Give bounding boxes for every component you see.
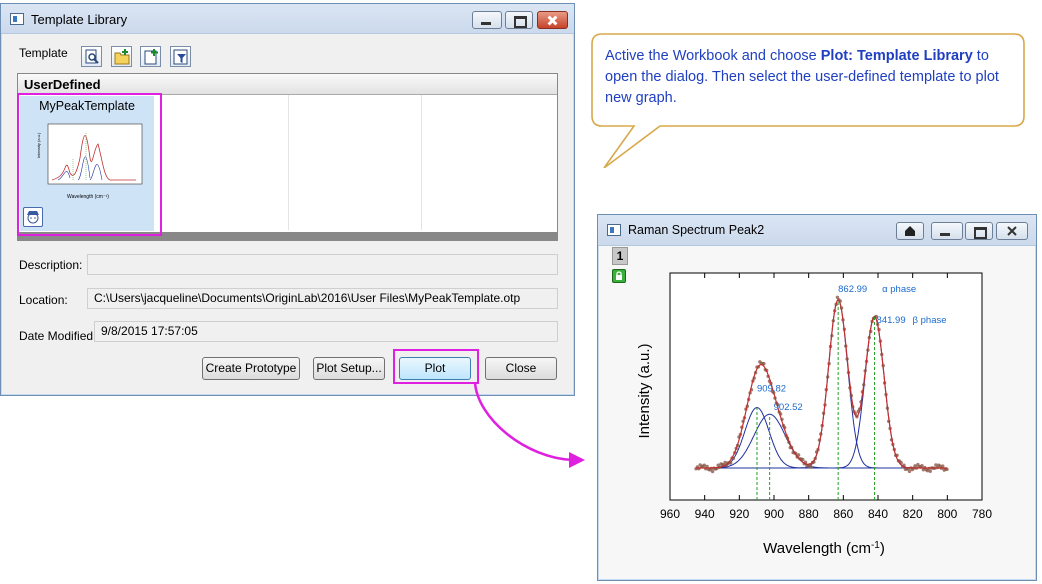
- data-point: [941, 464, 945, 468]
- graph-close-button[interactable]: [996, 222, 1028, 240]
- data-point: [809, 465, 813, 469]
- graph-icon: [607, 224, 621, 236]
- location-field: C:\Users\jacqueline\Documents\OriginLab\…: [87, 288, 558, 309]
- template-highlight-box: [17, 93, 162, 236]
- data-point: [710, 469, 715, 474]
- graph-minimize-button[interactable]: [931, 222, 963, 240]
- gallery-header: UserDefined: [18, 74, 557, 95]
- close-button[interactable]: Close: [485, 357, 557, 380]
- y-axis-label: Intensity (a.u.): [636, 343, 653, 438]
- raman-chart: 960 940 920 900 880 860 840 820 800 780 909.82 902.…: [636, 272, 992, 558]
- gallery-col-divider: [288, 95, 289, 230]
- home-button[interactable]: [896, 222, 924, 240]
- location-label: Location:: [19, 293, 68, 307]
- x-axis-label: Wavelength (cm-1): [763, 540, 885, 558]
- preview-icon[interactable]: [81, 46, 102, 67]
- x-tick-label: 900: [764, 507, 784, 521]
- x-tick-label: 860: [833, 507, 853, 521]
- maximize-button[interactable]: [505, 11, 533, 29]
- x-tick-label: 800: [937, 507, 957, 521]
- dialog-title: Template Library: [31, 12, 128, 27]
- date-modified-field: 9/8/2015 17:57:05: [94, 321, 558, 342]
- x-tick-label: 820: [903, 507, 923, 521]
- description-label: Description:: [19, 258, 83, 272]
- category-label: UserDefined: [24, 77, 101, 92]
- toolbar-label: Template: [19, 46, 68, 60]
- description-field[interactable]: [87, 254, 558, 275]
- app-icon: [10, 13, 24, 25]
- alpha-phase-label: α phase: [882, 284, 916, 295]
- x-tick-label: 880: [799, 507, 819, 521]
- peak-label: 909.82: [757, 384, 786, 395]
- graph-title: Raman Spectrum Peak2: [628, 223, 765, 237]
- x-tick-label: 940: [695, 507, 715, 521]
- new-folder-icon[interactable]: [111, 46, 132, 67]
- peak-label: 902.52: [774, 402, 803, 413]
- gallery-col-divider: [421, 95, 422, 230]
- callout-text: Active the Workbook and choose Plot: Tem…: [605, 48, 999, 106]
- plot-setup-button[interactable]: Plot Setup...: [313, 357, 385, 380]
- graph-titlebar[interactable]: Raman Spectrum Peak2: [598, 215, 1036, 246]
- x-tick-label: 780: [972, 507, 992, 521]
- create-prototype-button[interactable]: Create Prototype: [202, 357, 300, 380]
- peak-label: 862.99: [838, 284, 867, 295]
- close-window-button[interactable]: [537, 11, 568, 29]
- add-template-icon[interactable]: [140, 46, 161, 67]
- x-tick-label: 840: [868, 507, 888, 521]
- template-library-dialog: Template Library Template UserDefined My…: [0, 3, 575, 396]
- date-modified-label: Date Modified:: [19, 329, 97, 343]
- data-point: [907, 469, 912, 474]
- data-point: [920, 464, 924, 468]
- x-tick-label: 920: [729, 507, 749, 521]
- minimize-button[interactable]: [472, 11, 502, 29]
- filter-icon[interactable]: [170, 46, 191, 67]
- x-tick-label: 960: [660, 507, 680, 521]
- beta-phase-label: β phase: [913, 315, 947, 326]
- graph-maximize-button[interactable]: [965, 222, 993, 240]
- data-point: [928, 469, 932, 473]
- peak-label: 841.99: [877, 315, 906, 326]
- dialog-titlebar[interactable]: Template Library: [1, 4, 574, 34]
- arrow-connector: [473, 381, 585, 468]
